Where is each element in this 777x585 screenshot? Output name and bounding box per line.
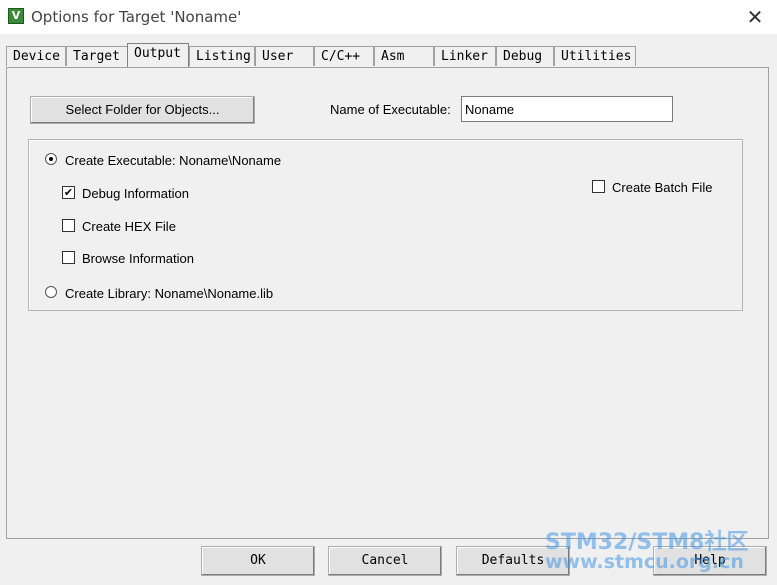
- tab-debug[interactable]: Debug: [496, 46, 554, 66]
- debug-information-label: Debug Information: [82, 186, 189, 201]
- tab-asm[interactable]: Asm: [374, 46, 434, 66]
- create-library-label: Create Library: Noname\Noname.lib: [65, 286, 274, 301]
- create-hex-file-label: Create HEX File: [82, 219, 176, 234]
- debug-information-checkbox[interactable]: ✔: [62, 186, 75, 199]
- title-bar: V Options for Target 'Noname' ✕: [0, 0, 777, 34]
- create-batch-file-label: Create Batch File: [612, 180, 713, 195]
- create-library-radio[interactable]: [45, 286, 57, 298]
- name-of-executable-input[interactable]: [461, 96, 673, 122]
- window-title: Options for Target 'Noname': [31, 8, 242, 26]
- name-of-executable-label: Name of Executable:: [330, 102, 451, 117]
- tab-linker[interactable]: Linker: [434, 46, 496, 66]
- create-executable-radio[interactable]: [45, 153, 57, 165]
- tab-user[interactable]: User: [255, 46, 314, 66]
- select-folder-button[interactable]: Select Folder for Objects...: [30, 96, 255, 124]
- create-executable-label: Create Executable: Noname\Noname: [65, 153, 282, 168]
- keil-app-icon: V: [8, 8, 24, 24]
- cancel-button[interactable]: Cancel: [328, 546, 442, 576]
- tab-output[interactable]: Output: [127, 43, 189, 67]
- create-hex-file-checkbox[interactable]: [62, 219, 75, 232]
- browse-information-checkbox[interactable]: [62, 251, 75, 264]
- tab-target[interactable]: Target: [66, 46, 132, 66]
- browse-information-label: Browse Information: [82, 251, 194, 266]
- tab-device[interactable]: Device: [6, 46, 66, 66]
- close-icon[interactable]: ✕: [741, 4, 769, 30]
- ok-button[interactable]: OK: [201, 546, 315, 576]
- tab-cpp[interactable]: C/C++: [314, 46, 374, 66]
- watermark-url: www.stmcu.org.cn: [545, 551, 744, 573]
- tab-listing[interactable]: Listing: [189, 46, 255, 66]
- tab-utilities[interactable]: Utilities: [554, 46, 636, 66]
- create-batch-file-checkbox[interactable]: [592, 180, 605, 193]
